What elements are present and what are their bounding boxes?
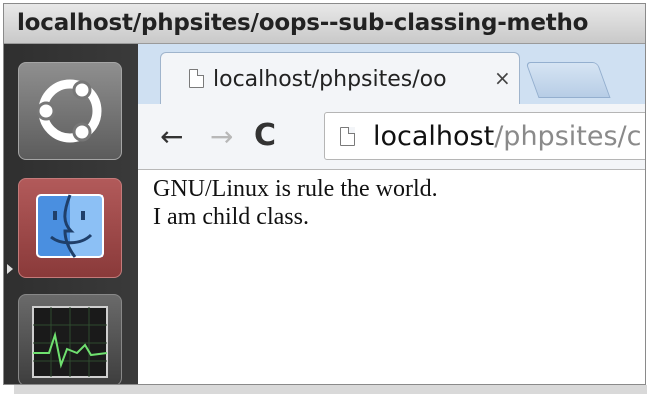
output-line-1: GNU/Linux is rule the world. bbox=[153, 176, 438, 202]
screenshot-frame: localhost/phpsites/oops--sub-classing-me… bbox=[3, 3, 646, 385]
frame-shadow bbox=[14, 385, 647, 394]
url-path: /phpsites/c bbox=[494, 121, 642, 152]
tab-active[interactable]: localhost/phpsites/oo × bbox=[160, 52, 520, 104]
window-title: localhost/phpsites/oops--sub-classing-me… bbox=[17, 10, 589, 36]
ubuntu-icon bbox=[36, 79, 102, 143]
reload-icon[interactable]: C bbox=[254, 118, 276, 153]
tab-title: localhost/phpsites/oo bbox=[213, 67, 447, 92]
url-text: localhost/phpsites/c bbox=[373, 121, 641, 152]
tab-strip: localhost/phpsites/oo × bbox=[138, 44, 645, 104]
finder-icon bbox=[36, 194, 104, 258]
back-arrow-icon[interactable]: ← bbox=[160, 120, 183, 153]
url-host: localhost bbox=[373, 121, 495, 152]
active-app-indicator bbox=[7, 264, 13, 274]
launcher-item-finder[interactable] bbox=[18, 178, 122, 278]
output-line-2: I am child class. bbox=[153, 204, 309, 230]
page-icon bbox=[189, 69, 204, 88]
unity-launcher bbox=[4, 44, 138, 384]
launcher-item-system-monitor[interactable] bbox=[18, 294, 122, 384]
launcher-item-ubuntu[interactable] bbox=[18, 62, 122, 160]
close-tab-icon[interactable]: × bbox=[494, 66, 511, 90]
system-monitor-icon bbox=[32, 306, 108, 378]
browser-toolbar: ← → C localhost/phpsites/c bbox=[138, 104, 645, 170]
browser-window: localhost/phpsites/oo × ← → C localhost/… bbox=[138, 44, 645, 384]
address-bar[interactable]: localhost/phpsites/c bbox=[324, 112, 645, 160]
forward-arrow-icon[interactable]: → bbox=[210, 120, 233, 153]
new-tab-button[interactable] bbox=[525, 62, 611, 98]
page-icon bbox=[340, 127, 355, 146]
page-content: GNU/Linux is rule the world. I am child … bbox=[138, 170, 645, 384]
window-title-bar[interactable]: localhost/phpsites/oops--sub-classing-me… bbox=[4, 4, 645, 44]
